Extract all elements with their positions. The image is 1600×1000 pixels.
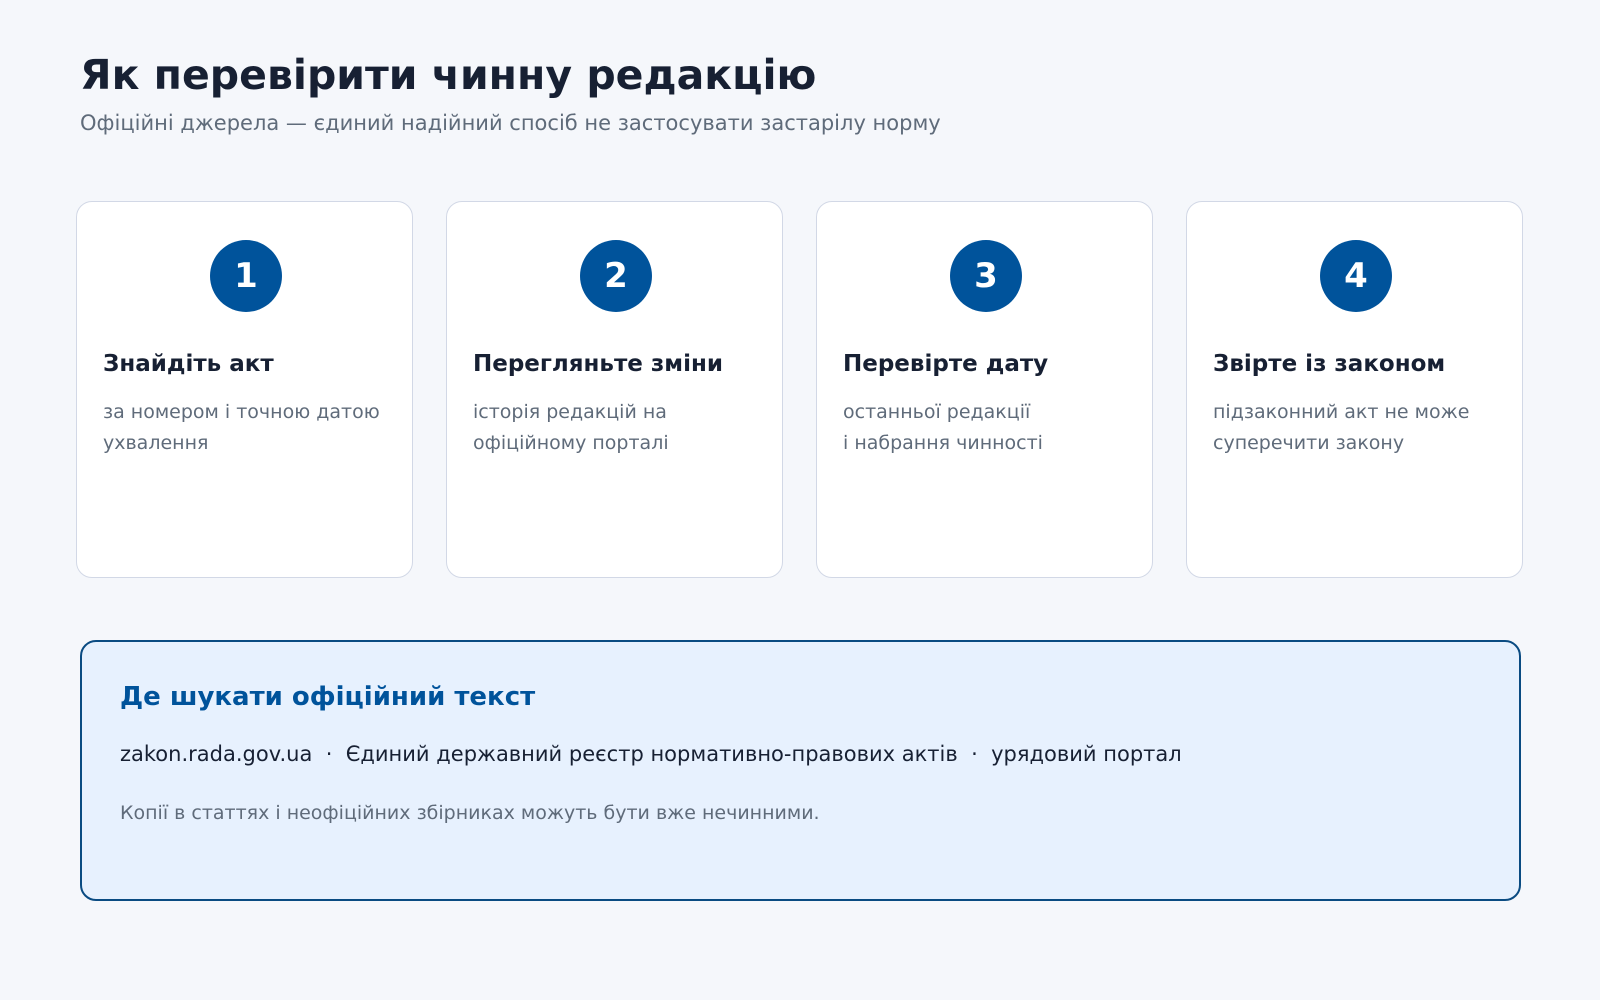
step-card-review-changes: 2 Перегляньте зміни історія редакцій на … — [446, 201, 783, 578]
step-card-find-act: 1 Знайдіть акт за номером і точною датою… — [76, 201, 413, 578]
step-title: Перевірте дату — [843, 351, 1049, 377]
sources-title: Де шукати офіційний текст — [120, 682, 536, 712]
step-description-line: останньої редакції — [843, 401, 1031, 423]
step-card-check-date: 3 Перевірте дату останньої редакції і на… — [816, 201, 1153, 578]
page-subtitle: Офіційні джерела — єдиний надійний спосі… — [80, 111, 941, 135]
step-number-badge: 4 — [1320, 240, 1392, 312]
step-description-line: історія редакцій на — [473, 401, 667, 423]
step-title: Звірте із законом — [1213, 351, 1446, 377]
step-description-line: підзаконний акт не може — [1213, 401, 1470, 423]
step-description: за номером і точною датою ухвалення — [103, 397, 403, 459]
step-description: останньої редакції і набрання чинності — [843, 397, 1143, 459]
step-description-line: ухвалення — [103, 432, 209, 454]
step-card-compare-law: 4 Звірте із законом підзаконний акт не м… — [1186, 201, 1523, 578]
sources-note: Копії в статтях і неофіційних збірниках … — [120, 802, 820, 824]
step-description-line: і набрання чинності — [843, 432, 1043, 454]
step-title: Перегляньте зміни — [473, 351, 723, 377]
step-number-badge: 1 — [210, 240, 282, 312]
official-sources-box: Де шукати офіційний текст zakon.rada.gov… — [80, 640, 1521, 901]
step-description-line: суперечити закону — [1213, 432, 1405, 454]
step-number-badge: 3 — [950, 240, 1022, 312]
step-description-line: за номером і точною датою — [103, 401, 380, 423]
step-description-line: офіційному порталі — [473, 432, 669, 454]
step-number-badge: 2 — [580, 240, 652, 312]
step-description: історія редакцій на офіційному порталі — [473, 397, 773, 459]
step-title: Знайдіть акт — [103, 351, 274, 377]
steps-row: 1 Знайдіть акт за номером і точною датою… — [76, 201, 1526, 581]
step-description: підзаконний акт не може суперечити закон… — [1213, 397, 1513, 459]
sources-list: zakon.rada.gov.ua · Єдиний державний реє… — [120, 742, 1182, 766]
page-title: Як перевірити чинну редакцію — [80, 51, 817, 99]
